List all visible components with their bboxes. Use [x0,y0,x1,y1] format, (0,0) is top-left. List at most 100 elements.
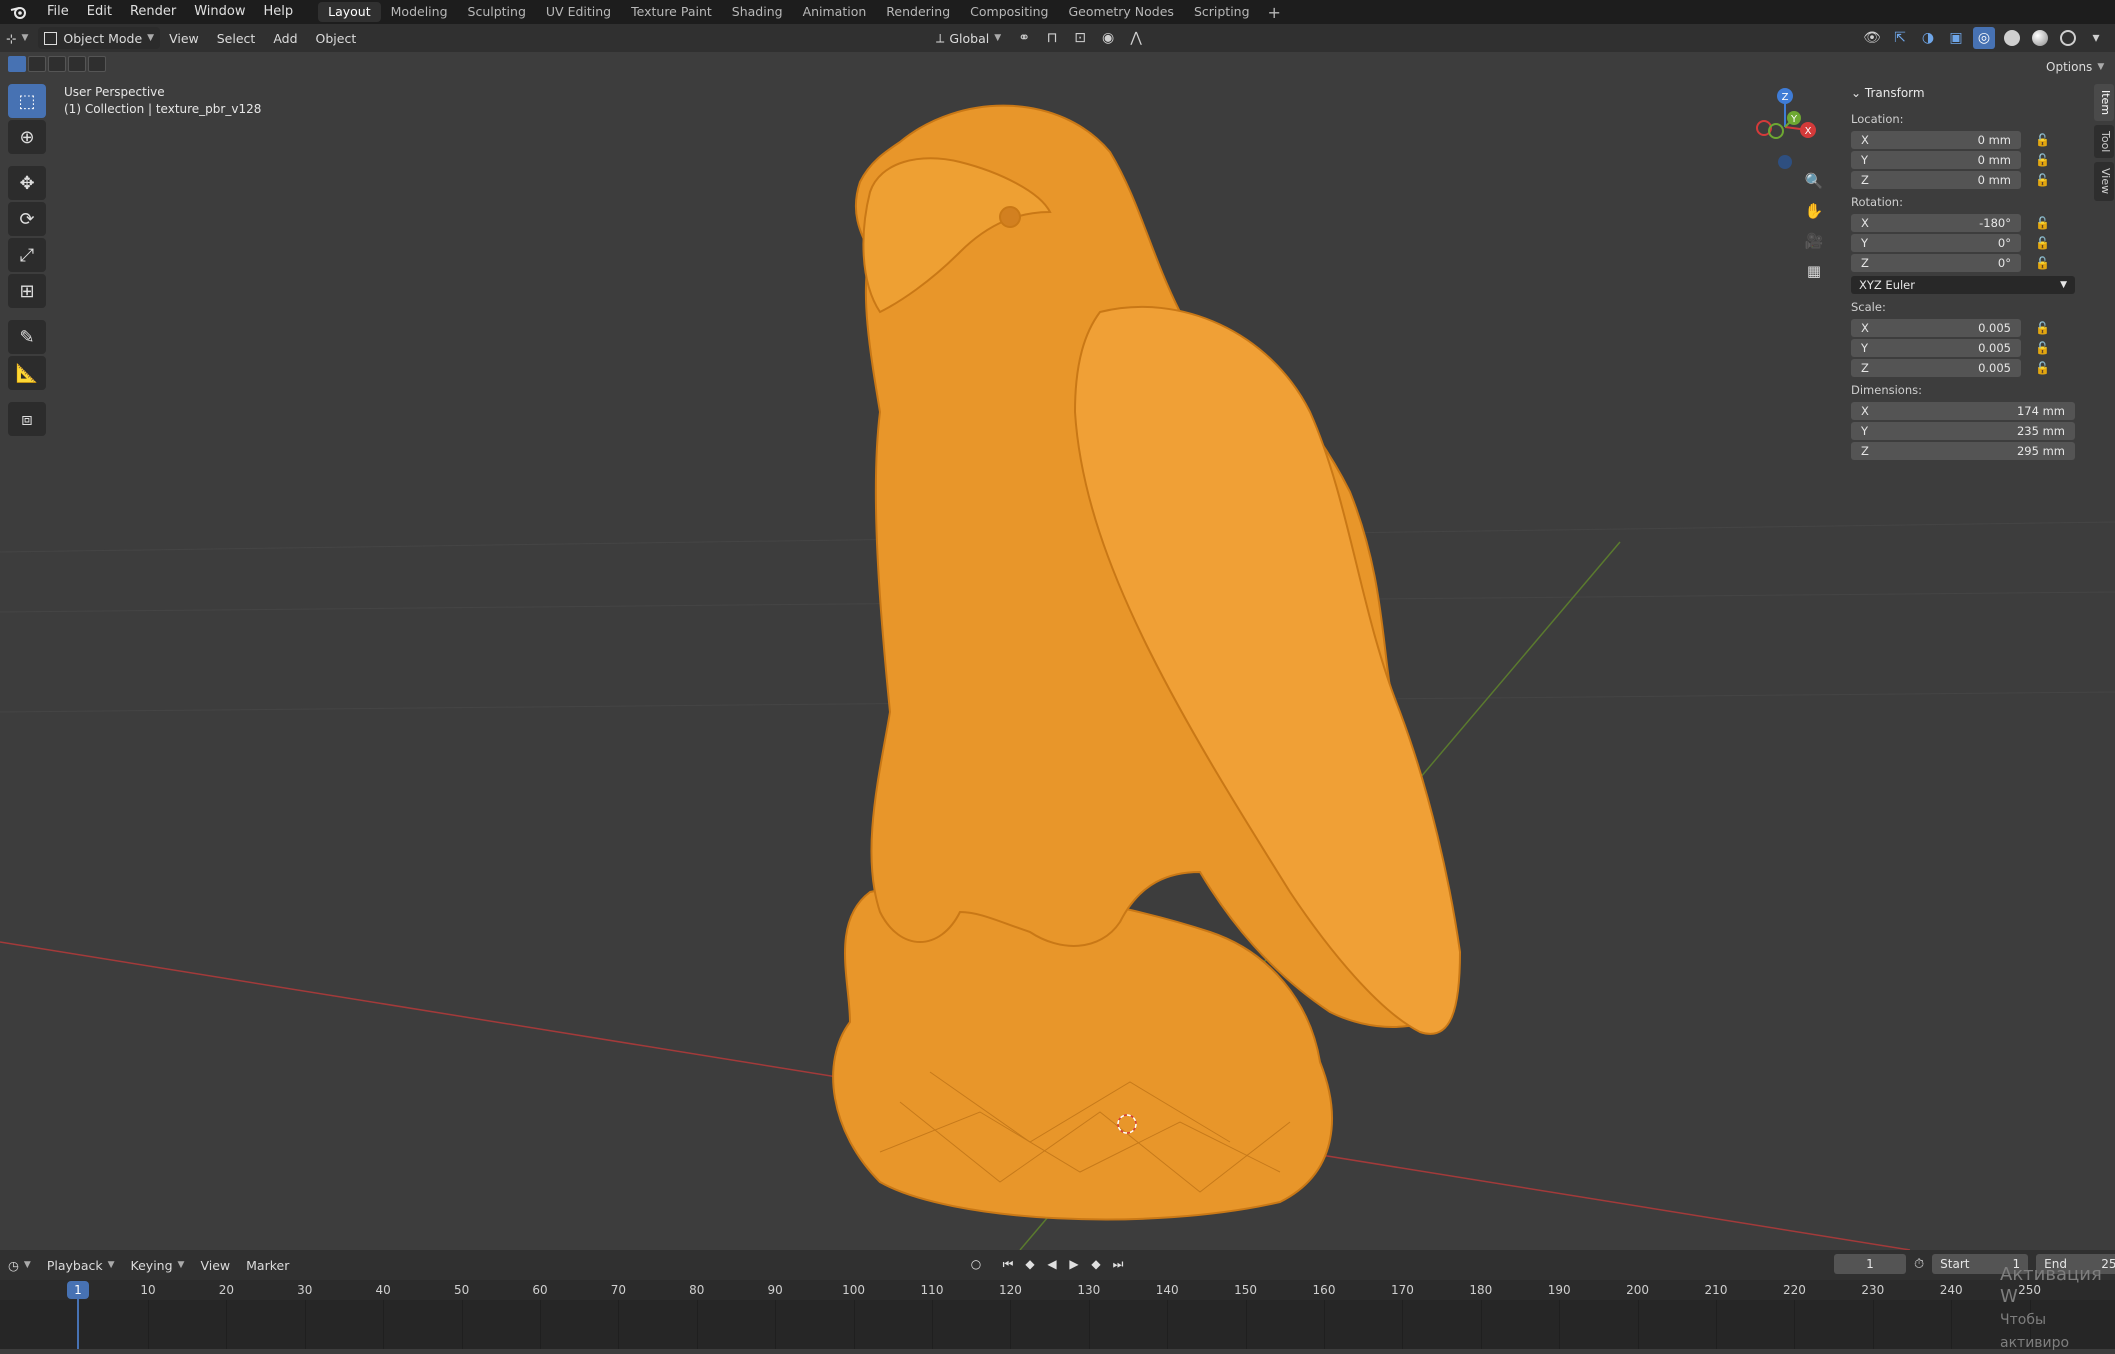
location-z-field[interactable]: Z0 mm [1851,170,2021,189]
tab-layout[interactable]: Layout [318,2,381,22]
next-keyframe-icon[interactable]: ◆ [1086,1254,1106,1274]
menu-edit[interactable]: Edit [78,0,121,24]
menu-help[interactable]: Help [255,0,303,24]
navigation-gizmo[interactable]: Z X Y [1740,82,1830,182]
timeline-menu-keying[interactable]: Keying ▼ [123,1258,193,1273]
frame-ruler[interactable]: 10 20 30 40 50 60 70 80 90 100 110 120 130 140 150 160 1… [0,1280,2115,1300]
select-new-icon[interactable] [8,56,26,72]
rotation-x-field[interactable]: X -180° [1851,213,2021,232]
rotate-tool-icon[interactable]: ⟳ [8,202,46,236]
menu-file[interactable]: File [38,0,78,24]
lock-icon[interactable]: 🔓 [2035,341,2055,355]
lock-icon[interactable]: 🔓 [2035,173,2055,187]
zoom-icon[interactable]: 🔍 [1800,168,1828,194]
timeline-area[interactable]: 10 20 30 40 50 60 70 80 90 100 110 120 130 140 150 160 1… [0,1280,2115,1349]
location-y-field[interactable]: Y0 mm [1851,150,2021,169]
overlay-toggle-icon[interactable]: ◑ [1917,27,1939,49]
tab-geometry-nodes[interactable]: Geometry Nodes [1059,2,1184,22]
tab-view[interactable]: View [2094,162,2114,201]
annotate-tool-icon[interactable]: ✎ [8,320,46,354]
lock-icon[interactable]: 🔓 [2035,361,2055,375]
visibility-icon[interactable]: 👁 [1861,27,1883,49]
lock-icon[interactable]: 🔓 [2035,236,2055,250]
scale-y-field[interactable]: Y 0.005 [1851,338,2021,357]
blender-logo-icon[interactable] [0,0,38,24]
proportional-editing-icon[interactable]: ◉ [1097,27,1119,49]
tab-rendering[interactable]: Rendering [876,2,960,22]
eagle-statue-mesh[interactable] [832,104,1462,1221]
location-x-field[interactable]: X0 mm [1851,130,2021,149]
material-preview-icon[interactable] [2029,27,2051,49]
tab-uv-editing[interactable]: UV Editing [536,2,621,22]
header-menu-object[interactable]: Object [307,31,366,46]
tab-sculpting[interactable]: Sculpting [458,2,536,22]
wireframe-shading-icon[interactable]: ◎ [1973,27,1995,49]
record-icon[interactable]: ○ [966,1254,986,1274]
lock-icon[interactable]: 🔓 [2035,256,2055,270]
falloff-icon[interactable]: ⋀ [1125,27,1147,49]
menu-window[interactable]: Window [185,0,254,24]
add-workspace-button[interactable]: + [1260,3,1289,22]
scale-x-field[interactable]: X 0.005 [1851,318,2021,337]
lock-icon[interactable]: 🔓 [2035,321,2055,335]
gizmo-toggle-icon[interactable]: ⇱ [1889,27,1911,49]
tab-animation[interactable]: Animation [793,2,877,22]
shading-options-icon[interactable]: ▾ [2085,27,2107,49]
stopwatch-icon[interactable]: ⏱ [1914,1257,1924,1272]
header-menu-add[interactable]: Add [264,31,306,46]
dimensions-x-field[interactable]: X 174 mm [1851,401,2075,420]
xray-toggle-icon[interactable]: ▣ [1945,27,1967,49]
tab-texture-paint[interactable]: Texture Paint [621,2,722,22]
add-cube-tool-icon[interactable]: ⧈ [8,402,46,436]
timeline-menu-view[interactable]: View [192,1258,238,1273]
tab-compositing[interactable]: Compositing [960,2,1058,22]
dimensions-z-field[interactable]: Z 295 mm [1851,441,2075,460]
prev-keyframe-icon[interactable]: ◆ [1020,1254,1040,1274]
lock-icon[interactable]: 🔓 [2035,216,2055,230]
jump-end-icon[interactable]: ⏭ [1108,1254,1128,1274]
options-dropdown[interactable]: Options ▼ [2040,56,2110,78]
select-extend-icon[interactable] [28,56,46,72]
pan-hand-icon[interactable]: ✋ [1800,198,1828,224]
dimensions-y-field[interactable]: Y 235 mm [1851,421,2075,440]
tab-shading[interactable]: Shading [722,2,793,22]
rendered-shading-icon[interactable] [2057,27,2079,49]
orientation-dropdown[interactable]: ⟂ Global ▼ [930,27,1007,49]
tab-modeling[interactable]: Modeling [381,2,458,22]
mode-dropdown[interactable]: Object Mode ▼ [38,27,161,49]
playhead[interactable]: 1 [67,1281,89,1299]
timeline-menu-playback[interactable]: Playback ▼ [39,1258,123,1273]
play-icon[interactable]: ▶ [1064,1254,1084,1274]
select-box-tool-icon[interactable]: ⬚ [8,84,46,118]
timeline-menu-marker[interactable]: Marker [238,1258,297,1273]
rotation-z-field[interactable]: Z 0° [1851,253,2021,272]
tab-scripting[interactable]: Scripting [1184,2,1260,22]
select-intersect-icon[interactable] [88,56,106,72]
pivot-point-icon[interactable]: ⚭ [1013,27,1035,49]
rotation-y-field[interactable]: Y 0° [1851,233,2021,252]
scale-z-field[interactable]: Z 0.005 [1851,358,2021,377]
play-reverse-icon[interactable]: ◀ [1042,1254,1062,1274]
select-subtract-icon[interactable] [48,56,66,72]
menu-render[interactable]: Render [121,0,185,24]
header-menu-select[interactable]: Select [208,31,265,46]
jump-start-icon[interactable]: ⏮ [998,1254,1018,1274]
gizmo-neg-z-axis[interactable] [1778,155,1792,169]
timeline-editor-type[interactable]: ◷ ▼ [0,1258,39,1273]
current-frame-field[interactable]: 1 [1834,1254,1906,1274]
editor-type-dropdown[interactable]: ⊹ ▼ [0,27,34,49]
select-invert-icon[interactable] [68,56,86,72]
snap-icon[interactable]: ⊓ [1041,27,1063,49]
transform-tool-icon[interactable]: ⊞ [8,274,46,308]
lock-icon[interactable]: 🔓 [2035,133,2055,147]
transform-section-header[interactable]: ⌄ Transform [1851,86,2083,100]
3d-viewport[interactable]: User Perspective (1) Collection | textur… [0,52,2115,1250]
scale-tool-icon[interactable]: ⤢ [8,238,46,272]
solid-shading-icon[interactable] [2001,27,2023,49]
cursor-tool-icon[interactable]: ⊕ [8,120,46,154]
header-menu-view[interactable]: View [160,31,208,46]
measure-tool-icon[interactable]: 📐 [8,356,46,390]
tab-item[interactable]: Item [2094,84,2114,122]
snap-target-icon[interactable]: ⊡ [1069,27,1091,49]
rotation-mode-dropdown[interactable]: XYZ Euler ▼ [1851,276,2075,294]
